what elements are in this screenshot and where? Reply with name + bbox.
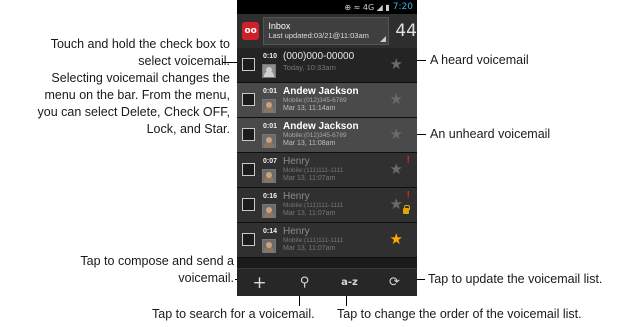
- contact-photo-icon: [262, 134, 276, 148]
- voicemail-row[interactable]: 0:14 Henry Mobile:(111)111-1111 Mar 13, …: [237, 223, 417, 258]
- checkbox-note-line1: Touch and hold the check box to: [50, 37, 230, 51]
- voicemail-duration: 0:01: [263, 88, 278, 95]
- star-icon[interactable]: ★: [390, 162, 403, 177]
- voicemail-date: Mar 13, 11:08am: [283, 140, 336, 147]
- voicemail-date: Mar 13, 11:07am: [283, 245, 336, 252]
- voicemail-date: Mar 13, 11:07am: [283, 175, 336, 182]
- caller-name: Henry: [283, 156, 310, 167]
- voicemail-duration: 0:16: [263, 193, 278, 200]
- caller-number: Mobile:(012)345-6789: [283, 97, 347, 104]
- voicemail-list: 0:10 (000)000-00000 Today, 10:33am ★ 0:0…: [237, 48, 417, 258]
- status-bar: ⊕ ≈ 4G ◢ ▮ 7:20: [237, 0, 417, 14]
- lock-icon: [403, 205, 410, 214]
- caller-number: Mobile:(111)111-1111: [283, 237, 344, 244]
- status-icons: ⊕ ≈ 4G ◢ ▮: [344, 2, 390, 12]
- urgent-icon: !: [406, 190, 410, 201]
- star-icon[interactable]: ★: [390, 197, 403, 212]
- checkbox-note-line6: Lock, and Star.: [146, 122, 230, 136]
- star-icon[interactable]: ★: [390, 232, 403, 247]
- inbox-selector[interactable]: Inbox Last updated:03/21@11:03am: [263, 17, 390, 45]
- sort-label: a-z: [341, 277, 358, 288]
- search-annotation: Tap to search for a voicemail.: [152, 307, 315, 321]
- action-bar: + ⚲ a-z ⟳: [237, 268, 417, 296]
- search-icon: ⚲: [299, 275, 310, 290]
- caller-name: (000)000-00000: [283, 51, 355, 62]
- caller-number: Mobile:(111)111-1111: [283, 202, 344, 209]
- voicemail-date: Mar 13, 11:07am: [283, 210, 336, 217]
- compose-button[interactable]: +: [237, 269, 282, 296]
- voicemail-row[interactable]: 0:16 Henry Mobile:(111)111-1111 Mar 13, …: [237, 188, 417, 223]
- compose-annotation: Tap to compose and send a voicemail.: [0, 253, 234, 287]
- voicemail-row[interactable]: 0:01 Andew Jackson Mobile:(012)345-6789 …: [237, 83, 417, 118]
- update-annotation: Tap to update the voicemail list.: [428, 272, 603, 286]
- caller-number: Mobile:(111)111-1111: [283, 167, 344, 174]
- refresh-icon: ⟳: [389, 275, 400, 290]
- select-checkbox[interactable]: [242, 128, 255, 141]
- voicemail-duration: 0:01: [263, 123, 278, 130]
- plus-icon: +: [252, 272, 267, 293]
- star-icon[interactable]: ★: [390, 92, 403, 107]
- contact-photo-icon: [262, 169, 276, 183]
- inbox-last-updated: Last updated:03/21@11:03am: [268, 31, 369, 40]
- checkbox-annotation: Touch and hold the check box to select v…: [0, 36, 230, 138]
- voicemail-row[interactable]: 0:01 Andew Jackson Mobile:(012)345-6789 …: [237, 118, 417, 153]
- star-icon[interactable]: ★: [390, 57, 403, 72]
- select-checkbox[interactable]: [242, 93, 255, 106]
- status-time: 7:20: [392, 2, 413, 12]
- caller-name: Henry: [283, 226, 310, 237]
- voicemail-logo-icon: oo: [242, 22, 260, 40]
- blank-avatar-icon: [262, 64, 276, 78]
- voicemail-duration: 0:07: [263, 158, 278, 165]
- checkbox-note-line2: select voicemail.: [138, 54, 230, 68]
- select-checkbox[interactable]: [242, 163, 255, 176]
- dropdown-corner-icon: [380, 36, 387, 42]
- order-annotation: Tap to change the order of the voicemail…: [337, 307, 582, 321]
- caller-name: Andew Jackson: [283, 121, 359, 132]
- refresh-button[interactable]: ⟳: [372, 269, 417, 296]
- contact-photo-icon: [262, 204, 276, 218]
- inbox-header: oo Inbox Last updated:03/21@11:03am 44: [237, 14, 417, 48]
- compose-note-line1: Tap to compose and send a: [80, 254, 234, 268]
- contact-photo-icon: [262, 239, 276, 253]
- urgent-icon: !: [406, 155, 410, 166]
- voicemail-duration: 0:10: [263, 53, 278, 60]
- sort-button[interactable]: a-z: [327, 269, 372, 296]
- checkbox-note-line3: Selecting voicemail changes the: [51, 71, 230, 85]
- voicemail-row[interactable]: 0:10 (000)000-00000 Today, 10:33am ★: [237, 48, 417, 83]
- phone-screen: ⊕ ≈ 4G ◢ ▮ 7:20 oo Inbox Last updated:03…: [237, 0, 417, 296]
- inbox-title: Inbox: [268, 21, 291, 31]
- select-checkbox[interactable]: [242, 198, 255, 211]
- voicemail-logo-glyph: oo: [244, 26, 257, 36]
- voicemail-row[interactable]: 0:07 Henry Mobile:(111)111-1111 Mar 13, …: [237, 153, 417, 188]
- compose-note-line2: voicemail.: [178, 271, 234, 285]
- voicemail-duration: 0:14: [263, 228, 278, 235]
- voicemail-date: Mar 13, 11:14am: [283, 105, 336, 112]
- caller-name: Henry: [283, 191, 310, 202]
- voicemail-date: Today, 10:33am: [283, 63, 336, 72]
- caller-name: Andew Jackson: [283, 86, 359, 97]
- checkbox-note-line4: menu on the bar. From the menu,: [44, 88, 230, 102]
- unheard-annotation: An unheard voicemail: [430, 127, 551, 141]
- star-icon[interactable]: ★: [390, 127, 403, 142]
- checkbox-note-line5: you can select Delete, Check OFF,: [37, 105, 230, 119]
- heard-annotation: A heard voicemail: [430, 53, 529, 67]
- search-button[interactable]: ⚲: [282, 269, 327, 296]
- voicemail-count: 44: [395, 21, 417, 41]
- select-checkbox[interactable]: [242, 58, 255, 71]
- caller-number: Mobile:(012)345-6789: [283, 132, 347, 139]
- select-checkbox[interactable]: [242, 233, 255, 246]
- contact-photo-icon: [262, 99, 276, 113]
